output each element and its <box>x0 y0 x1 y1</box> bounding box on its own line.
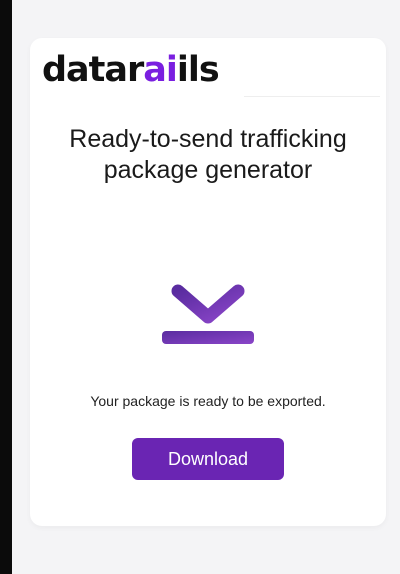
left-edge-bar <box>0 0 12 574</box>
header-divider <box>244 96 380 97</box>
page-title: Ready-to-send trafficking package genera… <box>69 125 347 184</box>
download-button[interactable]: Download <box>132 438 284 480</box>
download-arrow-icon <box>156 243 256 347</box>
status-message: Your package is ready to be exported. <box>90 393 326 409</box>
brand-logo: dataraiils <box>42 50 220 90</box>
export-card: dataraiils Ready-to-send trafficking pac… <box>30 38 386 526</box>
